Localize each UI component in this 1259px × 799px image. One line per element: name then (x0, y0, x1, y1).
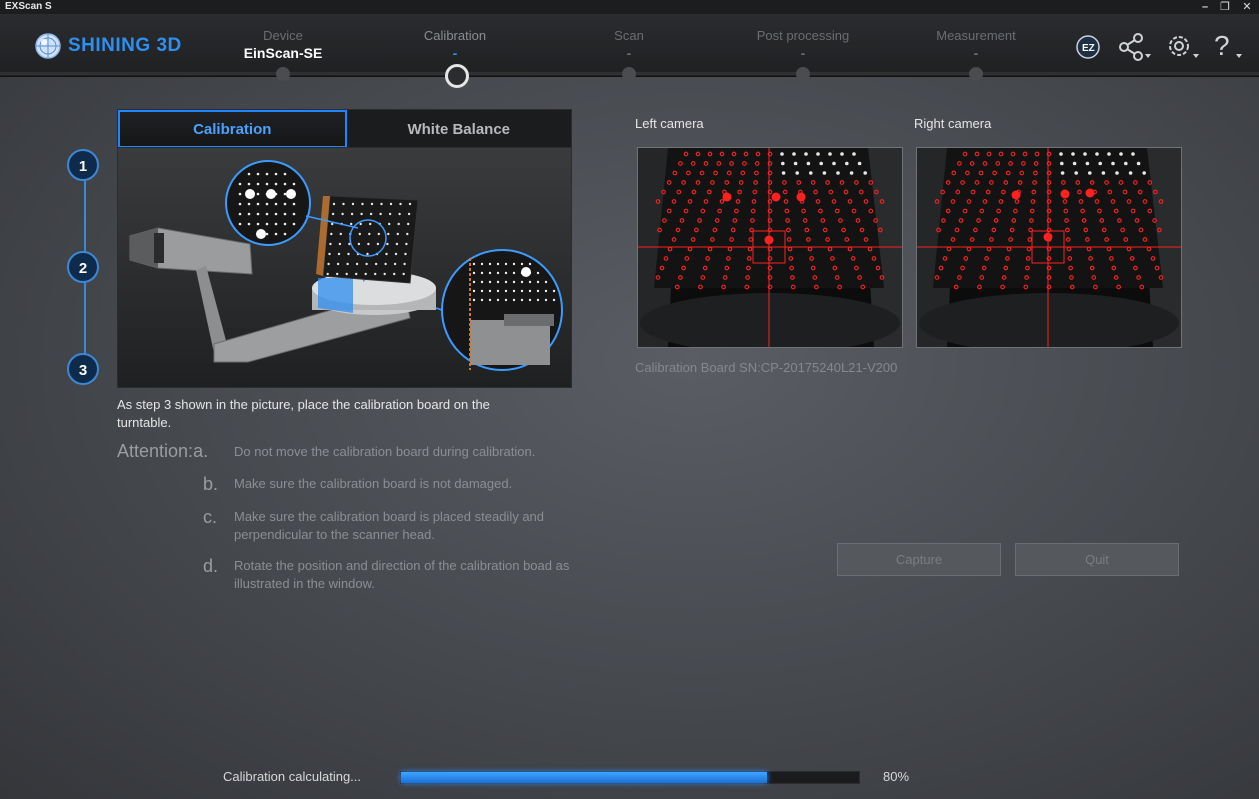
ez-logo-icon[interactable]: EZ (1075, 34, 1101, 66)
step-device-label: Device (263, 28, 303, 43)
attention-letter-b: b. (203, 474, 219, 494)
step-node-post-processing (796, 67, 810, 81)
restore-icon[interactable]: ❐ (1214, 0, 1236, 14)
instruction-text: As step 3 shown in the picture, place th… (117, 397, 490, 430)
tab-calibration[interactable]: Calibration (118, 110, 347, 148)
step-calibration-value: - (452, 45, 458, 61)
attention-item-b: Make sure the calibration board is not d… (234, 476, 513, 491)
left-camera-view (637, 147, 903, 348)
step-number-2[interactable]: 2 (67, 251, 99, 283)
svg-text:?: ? (1214, 30, 1230, 61)
step-node-scan (622, 67, 636, 81)
step-post-processing-value: - (800, 45, 806, 61)
step-calibration[interactable]: Calibration - (385, 28, 525, 61)
quit-button[interactable]: Quit (1015, 543, 1179, 576)
attention-letter-d: d. (203, 556, 219, 576)
step-device-value: EinScan-SE (243, 45, 323, 61)
title-bar: EXScan S – ❐ ✕ (0, 0, 1259, 14)
brand-logo: SHINING 3D (34, 32, 182, 60)
right-camera-label: Right camera (914, 116, 992, 131)
left-camera-label: Left camera (635, 116, 704, 131)
step-post-processing-label: Post processing (756, 28, 850, 43)
minimize-icon[interactable]: – (1194, 0, 1216, 14)
progress-bar (400, 771, 860, 784)
step-number-3[interactable]: 3 (67, 353, 99, 385)
step-number-1[interactable]: 1 (67, 149, 99, 181)
capture-button[interactable]: Capture (837, 543, 1001, 576)
step-node-measurement (969, 67, 983, 81)
step-post-processing[interactable]: Post processing - (733, 28, 873, 61)
close-icon[interactable]: ✕ (1236, 0, 1258, 14)
attention-item-d: Rotate the position and direction of the… (234, 558, 570, 591)
attention-letter-a: a. (193, 441, 209, 461)
gear-icon[interactable] (1166, 32, 1202, 68)
attention-heading: Attention:a. (117, 441, 208, 462)
share-icon[interactable] (1118, 32, 1154, 68)
progress-label: Calibration calculating... (223, 769, 362, 784)
help-icon[interactable]: ? (1212, 30, 1246, 68)
step-node-device (276, 67, 290, 81)
step-node-calibration-current (445, 64, 469, 88)
step-device[interactable]: Device EinScan-SE (213, 28, 353, 61)
step-scan[interactable]: Scan - (559, 28, 699, 61)
right-camera-view (916, 147, 1182, 348)
step-calibration-label: Calibration (423, 28, 487, 43)
globe-logo-icon (35, 33, 61, 59)
window-title: EXScan S (5, 1, 52, 12)
attention-letter-c: c. (203, 507, 218, 527)
calibration-illustration (117, 147, 572, 388)
step-measurement-label: Measurement (936, 28, 1016, 43)
step-measurement-value: - (973, 45, 979, 61)
step-scan-label: Scan (614, 28, 644, 43)
progress-fill (401, 772, 768, 783)
attention-item-a: Do not move the calibration board during… (234, 444, 536, 459)
attention-label: Attention: (117, 441, 194, 461)
attention-item-c: Make sure the calibration board is place… (234, 509, 545, 542)
tab-white-balance[interactable]: White Balance (347, 110, 572, 148)
calibration-tabs: Calibration White Balance (117, 109, 572, 149)
step-measurement[interactable]: Measurement - (906, 28, 1046, 61)
brand-name: SHINING 3D (68, 35, 182, 56)
progress-percent: 80% (883, 769, 910, 784)
step-scan-value: - (626, 45, 632, 61)
svg-text:EZ: EZ (1082, 43, 1095, 54)
calibration-board-serial: Calibration Board SN:CP-20175240L21-V200 (635, 360, 898, 375)
